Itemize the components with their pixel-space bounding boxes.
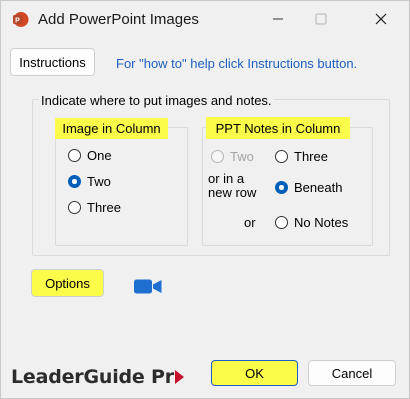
radio-label: Three [294, 149, 328, 164]
svg-text:P: P [15, 18, 20, 25]
radio-circle [68, 175, 81, 188]
no-notes-radio[interactable]: No Notes [275, 215, 348, 230]
close-button[interactable] [358, 5, 404, 33]
maximize-icon [315, 13, 327, 25]
radio-circle [211, 150, 224, 163]
maximize-button [298, 5, 344, 33]
or-new-row-label: or in a new row [208, 171, 257, 200]
close-icon [375, 13, 387, 25]
radio-label: Two [87, 174, 111, 189]
radio-circle [68, 149, 81, 162]
brand-logo: LeaderGuide Pr [11, 366, 184, 388]
radio-label: One [87, 148, 112, 163]
radio-circle [275, 181, 288, 194]
video-camera-icon[interactable] [133, 278, 163, 295]
ppt-notes-column-title: PPT Notes in Column [206, 117, 350, 139]
radio-label: Beneath [294, 180, 343, 195]
notes-column-three-radio[interactable]: Three [275, 149, 328, 164]
play-arrow-icon [174, 370, 184, 384]
minimize-icon [273, 18, 283, 20]
notes-column-two-radio: Two [211, 149, 254, 164]
radio-circle [68, 201, 81, 214]
title-bar[interactable]: P Add PowerPoint Images [1, 1, 409, 39]
ok-button[interactable]: OK [211, 360, 298, 386]
or-label: or [244, 215, 256, 230]
window-title: Add PowerPoint Images [38, 11, 199, 28]
radio-label: Three [87, 200, 121, 215]
brand-name: LeaderGuide Pr [11, 366, 174, 388]
radio-circle [275, 150, 288, 163]
image-column-three-radio[interactable]: Three [68, 200, 121, 215]
minimize-button[interactable] [255, 5, 301, 33]
cancel-button[interactable]: Cancel [308, 360, 396, 386]
help-hint-text: For "how to" help click Instructions but… [116, 56, 358, 71]
radio-circle [275, 216, 288, 229]
options-button[interactable]: Options [31, 269, 104, 297]
image-column-two-radio[interactable]: Two [68, 174, 111, 189]
placement-label: Indicate where to put images and notes. [39, 93, 274, 108]
instructions-button[interactable]: Instructions [10, 48, 95, 76]
radio-label: No Notes [294, 215, 349, 230]
dialog-window: P Add PowerPoint Images Instructions For… [0, 0, 410, 399]
powerpoint-app-icon: P [13, 12, 29, 27]
image-column-title: Image in Column [55, 118, 168, 139]
image-column-one-radio[interactable]: One [68, 148, 112, 163]
notes-beneath-radio[interactable]: Beneath [275, 180, 342, 195]
radio-label: Two [230, 149, 254, 164]
